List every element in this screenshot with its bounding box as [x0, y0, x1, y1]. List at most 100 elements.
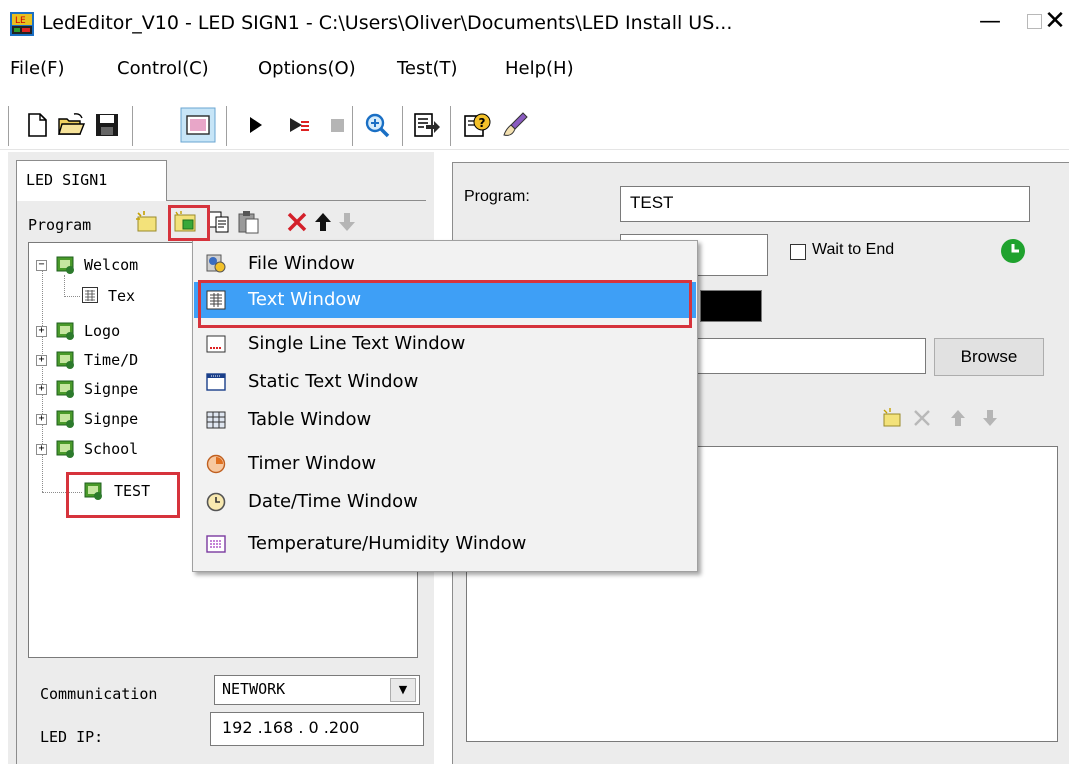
menu-item-label: File Window	[248, 253, 355, 274]
expand-icon[interactable]: +	[36, 355, 47, 366]
new-program-icon[interactable]	[134, 209, 160, 235]
menu-item-single-line-text[interactable]: Single Line Text Window	[194, 326, 696, 362]
communication-value: NETWORK	[222, 680, 286, 698]
delete-window-icon[interactable]	[910, 406, 934, 430]
tree-item-label: Time/D	[84, 351, 139, 369]
menu-item-temperature-window[interactable]: Temperature/Humidity Window	[194, 526, 696, 562]
expand-icon[interactable]: +	[36, 444, 47, 455]
tree-item[interactable]: + Time/D	[36, 349, 186, 373]
menu-item-static-text[interactable]: Static Text Window	[194, 364, 696, 400]
move-up-icon[interactable]	[310, 209, 336, 235]
tree-item[interactable]: + School	[36, 438, 186, 462]
menu-help[interactable]: Help(H)	[505, 58, 574, 79]
help-icon[interactable]: ?	[462, 110, 492, 140]
zoom-icon[interactable]	[362, 110, 392, 140]
move-window-up-icon[interactable]	[946, 406, 970, 430]
stop-icon[interactable]	[322, 110, 352, 140]
tree-item-label: Logo	[84, 322, 121, 340]
menu-file[interactable]: File(F)	[10, 58, 65, 79]
chevron-down-icon[interactable]: ▼	[390, 678, 416, 702]
toolbar-separator	[402, 106, 404, 146]
highlight-text-window-item	[198, 280, 692, 328]
svg-text:LE: LE	[15, 16, 26, 26]
save-icon[interactable]	[92, 110, 122, 140]
program-name-label: Program:	[464, 188, 530, 205]
tree-item[interactable]: + Signpe	[36, 378, 186, 402]
export-icon[interactable]	[412, 110, 442, 140]
collapse-icon[interactable]: −	[36, 260, 47, 271]
expand-icon[interactable]: +	[36, 326, 47, 337]
menu-item-label: Timer Window	[248, 453, 377, 474]
toolbar-separator	[352, 106, 354, 146]
browse-button[interactable]: Browse	[934, 338, 1044, 376]
app-icon: LE	[10, 12, 34, 36]
menu-options[interactable]: Options(O)	[258, 58, 356, 79]
table-icon	[206, 411, 226, 429]
delete-icon[interactable]	[284, 209, 310, 235]
expand-icon[interactable]: +	[36, 384, 47, 395]
menu-item-timer-window[interactable]: Timer Window	[194, 446, 696, 482]
toolbar	[0, 90, 1069, 150]
program-icon	[56, 410, 74, 428]
static-text-icon	[206, 373, 226, 391]
play-step-icon[interactable]	[284, 110, 314, 140]
menu-item-label: Temperature/Humidity Window	[248, 533, 527, 554]
open-folder-icon[interactable]	[56, 110, 86, 140]
color-picker[interactable]	[700, 290, 762, 322]
program-icon	[56, 440, 74, 458]
tree-item-label: School	[84, 440, 139, 458]
highlight-new-window-button	[168, 205, 210, 241]
file-path-input[interactable]	[686, 338, 926, 374]
wait-to-end-label: Wait to End	[812, 241, 895, 258]
file-window-icon	[206, 254, 226, 273]
svg-text:?: ?	[479, 116, 486, 130]
tree-item[interactable]: + Signpe	[36, 408, 186, 432]
program-label: Program	[28, 216, 92, 234]
move-window-down-icon[interactable]	[978, 406, 1002, 430]
play-icon[interactable]	[240, 110, 270, 140]
move-down-icon[interactable]	[334, 209, 360, 235]
tree-item-label: Tex	[108, 287, 136, 305]
expand-icon[interactable]: +	[36, 414, 47, 425]
single-line-icon	[206, 335, 226, 353]
tree-item-label: Welcom	[84, 256, 139, 274]
program-icon	[56, 256, 74, 274]
paste-icon[interactable]	[236, 209, 262, 235]
new-file-icon[interactable]	[22, 110, 52, 140]
highlight-test-program	[66, 472, 180, 518]
menu-item-file-window[interactable]: File Window	[194, 246, 696, 282]
tree-item-label: Signpe	[84, 380, 139, 398]
communication-label: Communication	[40, 685, 158, 703]
tree-item[interactable]: Tex	[82, 285, 192, 309]
wait-to-end-checkbox[interactable]	[790, 244, 806, 260]
tree-item[interactable]: + Logo	[36, 320, 186, 344]
toolbar-separator	[450, 106, 452, 146]
menu-item-label: Static Text Window	[248, 371, 419, 392]
brush-icon[interactable]	[500, 110, 530, 140]
text-window-icon	[82, 287, 98, 303]
toolbar-grip	[8, 106, 10, 146]
window-title: LedEditor_V10 - LED SIGN1 - C:\Users\Oli…	[42, 12, 733, 34]
datetime-icon	[206, 492, 226, 512]
program-icon	[56, 380, 74, 398]
tree-line	[64, 275, 65, 297]
new-window-small-icon[interactable]	[880, 406, 904, 430]
menu-item-datetime-window[interactable]: Date/Time Window	[194, 484, 696, 520]
program-icon	[56, 351, 74, 369]
clock-icon[interactable]	[1000, 238, 1026, 264]
program-name-value: TEST	[630, 193, 674, 212]
close-button[interactable]: ✕	[1040, 4, 1069, 38]
tab-led-sign1-label: LED SIGN1	[26, 171, 108, 189]
program-name-input[interactable]	[620, 186, 1030, 222]
menu-item-label: Date/Time Window	[248, 491, 418, 512]
minimize-button[interactable]: —	[976, 6, 1004, 40]
toolbar-separator	[226, 106, 228, 146]
menu-item-table-window[interactable]: Table Window	[194, 402, 696, 438]
tree-item-label: Signpe	[84, 410, 139, 428]
program-icon	[56, 322, 74, 340]
tree-item[interactable]: − Welcom	[36, 254, 186, 278]
screen-icon[interactable]	[180, 107, 216, 143]
menu-control[interactable]: Control(C)	[117, 58, 209, 79]
menu-test[interactable]: Test(T)	[397, 58, 458, 79]
menu-item-label: Single Line Text Window	[248, 333, 466, 354]
